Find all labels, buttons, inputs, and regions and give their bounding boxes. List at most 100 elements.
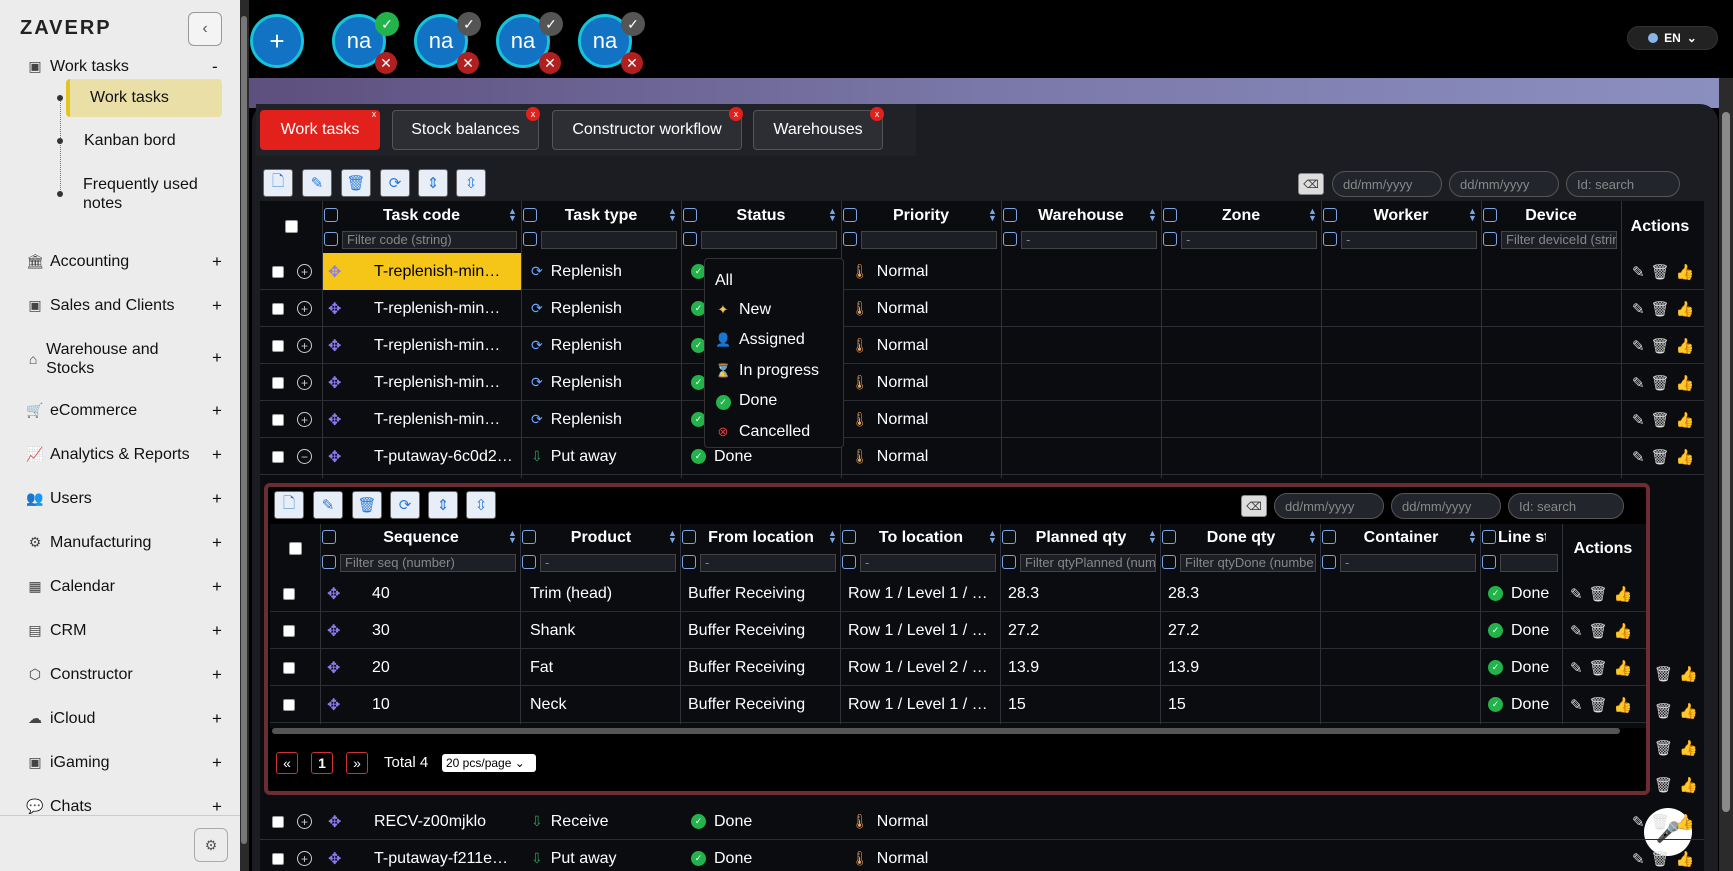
status-option-assigned[interactable]: 👤 Assigned <box>705 326 843 354</box>
column-header[interactable]: Priority <box>859 207 983 225</box>
tab-warehouses[interactable]: Warehouses x <box>753 107 884 150</box>
sub-new-record-button[interactable]: 🗋 <box>274 491 304 519</box>
sort-icon[interactable]: ▲ ▼ <box>1468 207 1477 223</box>
row-checkbox[interactable] <box>272 364 288 401</box>
expand-row-icon[interactable]: + <box>297 401 315 438</box>
delete-button[interactable]: 🗑 <box>341 169 371 197</box>
thumb-icon[interactable]: 👍 <box>1679 739 1698 757</box>
sidebar-item-accounting[interactable]: 🏛 Accounting <box>26 252 129 271</box>
collapse-button[interactable]: ⇳ <box>456 169 486 197</box>
sidebar-item-constructor[interactable]: ⬡ Constructor <box>26 665 133 684</box>
thumb-icon[interactable]: 👍 <box>1676 411 1695 429</box>
filter-mode-icon[interactable] <box>522 530 536 544</box>
thumb-icon[interactable]: 👍 <box>1676 448 1695 466</box>
task-code-cell[interactable]: T-replenish-min… <box>322 290 521 327</box>
expand-row-icon[interactable]: + <box>297 840 315 871</box>
sidebar-scrollbar[interactable] <box>240 0 249 871</box>
trash-icon[interactable]: 🗑 <box>1589 622 1608 640</box>
close-icon[interactable]: ✕ <box>539 52 561 74</box>
expand-plus[interactable]: + <box>212 709 222 729</box>
add-session-button[interactable]: + <box>250 14 304 68</box>
column-header[interactable]: Product <box>538 529 664 547</box>
expand-plus[interactable]: + <box>212 445 222 465</box>
close-icon[interactable]: ✕ <box>457 52 479 74</box>
task-code-cell[interactable]: T-putaway-6c0d2… <box>322 438 521 475</box>
task-code-cell[interactable]: T-replenish-min… <box>322 401 521 438</box>
column-header[interactable]: Line status <box>1498 529 1546 547</box>
clear-filter-icon[interactable] <box>1003 232 1017 246</box>
collapse-sidebar-button[interactable]: ‹ <box>188 12 222 46</box>
clear-filter-icon[interactable] <box>522 555 536 569</box>
clear-filter-icon[interactable] <box>1162 555 1176 569</box>
task-code-cell[interactable]: RECV-z00mjklo <box>322 803 521 840</box>
thumb-icon[interactable]: 👍 <box>1676 263 1695 281</box>
row-checkbox[interactable] <box>272 803 288 840</box>
clear-filters-button[interactable]: ⌫ <box>1298 173 1324 195</box>
clear-filter-icon[interactable] <box>1323 232 1337 246</box>
column-header[interactable]: Planned qty <box>1018 529 1144 547</box>
column-header[interactable]: Warehouse <box>1019 207 1143 225</box>
trash-icon[interactable]: 🗑 <box>1651 813 1670 831</box>
thumb-icon[interactable]: 👍 <box>1614 622 1633 640</box>
column-filter-input[interactable]: Filter seq (number) <box>340 554 516 572</box>
task-code-cell[interactable]: T-replenish-min… <box>322 253 521 290</box>
clear-filter-icon[interactable] <box>1322 555 1336 569</box>
thumb-icon[interactable]: 👍 <box>1614 696 1633 714</box>
sub-expand-button[interactable]: ⇕ <box>428 491 458 519</box>
column-filter-input[interactable] <box>1500 554 1558 572</box>
column-filter-input[interactable]: Filter qtyPlanned (num <box>1020 554 1156 572</box>
thumb-icon[interactable]: 👍 <box>1679 702 1698 720</box>
filter-mode-icon[interactable] <box>1482 530 1496 544</box>
edit-icon[interactable]: ✎ <box>1570 585 1583 603</box>
thumb-icon[interactable]: 👍 <box>1679 776 1698 794</box>
drag-handle-icon[interactable]: ✥ <box>327 649 347 686</box>
trash-icon[interactable]: 🗑 <box>1654 665 1673 683</box>
row-checkbox[interactable] <box>272 290 288 327</box>
close-tab-icon[interactable]: x <box>526 107 540 121</box>
column-header[interactable]: Status <box>699 207 823 225</box>
trash-icon[interactable]: 🗑 <box>1654 702 1673 720</box>
status-option-in-progress[interactable]: ⌛ In progress <box>705 357 843 385</box>
column-header[interactable]: Device <box>1499 207 1603 225</box>
thumb-icon[interactable]: 👍 <box>1676 337 1695 355</box>
sidebar-sub-work-tasks[interactable]: Work tasks <box>66 79 222 117</box>
clear-filter-icon[interactable] <box>1482 555 1496 569</box>
clear-filter-icon[interactable] <box>324 232 338 246</box>
clear-filter-icon[interactable] <box>1002 555 1016 569</box>
column-header[interactable]: Task type <box>539 207 663 225</box>
refresh-button[interactable]: ⟳ <box>380 169 410 197</box>
filter-mode-icon[interactable] <box>322 530 336 544</box>
column-filter-input[interactable] <box>861 231 997 249</box>
sidebar-item-icloud[interactable]: ☁ iCloud <box>26 709 95 728</box>
drag-handle-icon[interactable]: ✥ <box>328 253 348 290</box>
sub-clear-filters-button[interactable]: ⌫ <box>1241 495 1267 517</box>
thumb-icon[interactable]: 👍 <box>1676 300 1695 318</box>
clear-filter-icon[interactable] <box>842 555 856 569</box>
edit-icon[interactable]: ✎ <box>1632 850 1645 868</box>
filter-mode-icon[interactable] <box>523 208 537 222</box>
column-header[interactable]: Task code <box>340 207 503 225</box>
settings-button[interactable]: ⚙ <box>194 828 228 862</box>
column-header[interactable]: Worker <box>1339 207 1463 225</box>
sub-refresh-button[interactable]: ⟳ <box>390 491 420 519</box>
column-header[interactable]: From location <box>698 529 824 547</box>
column-filter-input[interactable]: Filter deviceId (strin <box>1501 231 1617 249</box>
expand-row-icon[interactable]: + <box>297 364 315 401</box>
expand-plus[interactable]: + <box>212 621 222 641</box>
clear-filter-icon[interactable] <box>683 232 697 246</box>
page-1-button[interactable]: 1 <box>311 752 333 774</box>
filter-mode-icon[interactable] <box>1323 208 1337 222</box>
task-code-cell[interactable]: T-replenish-min… <box>322 327 521 364</box>
trash-icon[interactable]: 🗑 <box>1589 585 1608 603</box>
tab-stock-balances[interactable]: Stock balances x <box>392 107 540 150</box>
filter-mode-icon[interactable] <box>1322 530 1336 544</box>
sub-date-to-input[interactable]: dd/mm/yyyy <box>1391 493 1501 519</box>
tab-work-tasks[interactable]: Work tasks x <box>260 109 380 150</box>
column-filter-input[interactable]: - <box>860 554 996 572</box>
sidebar-item-chats[interactable]: 💬 Chats <box>26 797 92 816</box>
sidebar-item-analytics[interactable]: 📈 Analytics & Reports <box>26 445 189 464</box>
expand-plus[interactable]: + <box>212 348 222 368</box>
clear-filter-icon[interactable] <box>523 232 537 246</box>
sidebar-item-warehouse[interactable]: ⌂ Warehouse and Stocks <box>26 340 176 378</box>
expand-plus[interactable]: + <box>212 753 222 773</box>
